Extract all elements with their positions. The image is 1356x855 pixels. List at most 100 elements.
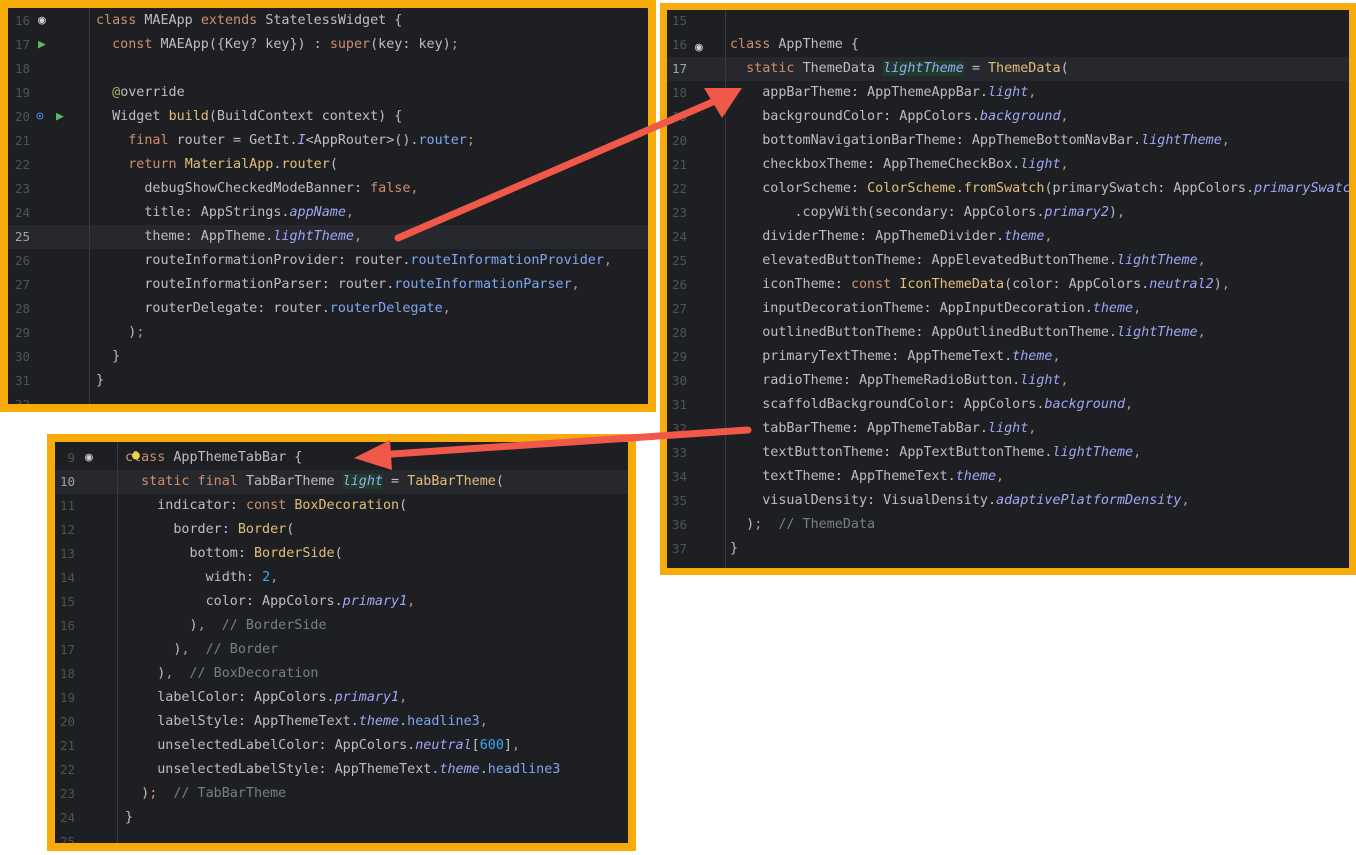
line-number[interactable]: 18 xyxy=(8,57,30,81)
line-number[interactable]: 17 xyxy=(8,33,30,57)
line-number[interactable]: 15 xyxy=(55,590,75,614)
line-number[interactable]: 11 xyxy=(55,494,75,518)
bulb-icon[interactable]: ● xyxy=(132,444,140,468)
line-number[interactable]: 17 xyxy=(55,638,75,662)
code-line[interactable]: 25 xyxy=(55,830,628,843)
line-number[interactable]: 26 xyxy=(667,273,687,297)
code-line[interactable]: 28 routerDelegate: router.routerDelegate… xyxy=(8,297,648,321)
code-line[interactable]: 29 primaryTextTheme: AppThemeText.theme, xyxy=(667,345,1349,369)
line-number[interactable]: 22 xyxy=(667,177,687,201)
line-number[interactable]: 18 xyxy=(55,662,75,686)
line-number[interactable]: 21 xyxy=(667,153,687,177)
code-line[interactable]: 9 class AppThemeTabBar { xyxy=(55,446,628,470)
code-line[interactable]: 16 class MAEApp extends StatelessWidget { xyxy=(8,9,648,33)
code-line[interactable]: 20 bottomNavigationBarTheme: AppThemeBot… xyxy=(667,129,1349,153)
line-number[interactable]: 13 xyxy=(55,542,75,566)
code-line[interactable]: 26 routeInformationProvider: router.rout… xyxy=(8,249,648,273)
code-line[interactable]: 15 xyxy=(667,10,1349,33)
run-icon[interactable]: ▶ xyxy=(56,105,64,129)
code-line[interactable]: 13 bottom: BorderSide( xyxy=(55,542,628,566)
line-number[interactable]: 30 xyxy=(667,369,687,393)
line-number[interactable]: 20 xyxy=(8,105,30,129)
line-number[interactable]: 28 xyxy=(667,321,687,345)
code-line[interactable]: 32 xyxy=(8,393,648,404)
run-icon[interactable]: ▶ xyxy=(38,33,46,57)
line-number[interactable]: 31 xyxy=(8,369,30,393)
code-line[interactable]: 21 checkboxTheme: AppThemeCheckBox.light… xyxy=(667,153,1349,177)
code-line[interactable]: 25 elevatedButtonTheme: AppElevatedButto… xyxy=(667,249,1349,273)
line-number[interactable]: 10 xyxy=(55,470,75,494)
code-line[interactable]: 31} xyxy=(8,369,648,393)
code-line[interactable]: 19 @override xyxy=(8,81,648,105)
code-line[interactable]: 27 inputDecorationTheme: AppInputDecorat… xyxy=(667,297,1349,321)
code-line[interactable]: 18 appBarTheme: AppThemeAppBar.light, xyxy=(667,81,1349,105)
line-number[interactable]: 21 xyxy=(55,734,75,758)
line-number[interactable]: 23 xyxy=(667,201,687,225)
code-line[interactable]: 10 static final TabBarTheme light = TabB… xyxy=(55,470,628,494)
code-line[interactable]: 26 iconTheme: const IconThemeData(color:… xyxy=(667,273,1349,297)
line-number[interactable]: 36 xyxy=(667,513,687,537)
line-number[interactable]: 20 xyxy=(55,710,75,734)
line-number[interactable]: 25 xyxy=(55,830,75,843)
line-number[interactable]: 18 xyxy=(667,81,687,105)
code-line[interactable]: 15 color: AppColors.primary1, xyxy=(55,590,628,614)
override-icon[interactable]: ⊙ xyxy=(36,105,44,129)
code-line[interactable]: 22 unselectedLabelStyle: AppThemeText.th… xyxy=(55,758,628,782)
line-number[interactable]: 29 xyxy=(667,345,687,369)
line-number[interactable]: 32 xyxy=(8,393,30,404)
code-line[interactable]: 17 ), // Border xyxy=(55,638,628,662)
code-line[interactable]: 27 routeInformationParser: router.routeI… xyxy=(8,273,648,297)
line-number[interactable]: 14 xyxy=(55,566,75,590)
code-line[interactable]: 21 final router = GetIt.I<AppRouter>().r… xyxy=(8,129,648,153)
line-number[interactable]: 27 xyxy=(667,297,687,321)
line-number[interactable]: 35 xyxy=(667,489,687,513)
code-line[interactable]: 29 ); xyxy=(8,321,648,345)
code-line[interactable]: 24 title: AppStrings.appName, xyxy=(8,201,648,225)
code-line[interactable]: 18 ), // BoxDecoration xyxy=(55,662,628,686)
code-line[interactable]: 24} xyxy=(55,806,628,830)
code-line[interactable]: 18 xyxy=(8,57,648,81)
code-line[interactable]: 35 visualDensity: VisualDensity.adaptive… xyxy=(667,489,1349,513)
code-line[interactable]: 28 outlinedButtonTheme: AppOutlinedButto… xyxy=(667,321,1349,345)
line-number[interactable]: 23 xyxy=(8,177,30,201)
code-line[interactable]: 22 colorScheme: ColorScheme.fromSwatch(p… xyxy=(667,177,1349,201)
line-number[interactable]: 16 xyxy=(8,9,30,33)
code-line[interactable]: 16 class AppTheme { xyxy=(667,33,1349,57)
code-line[interactable]: 20 Widget build(BuildContext context) { xyxy=(8,105,648,129)
line-number[interactable]: 24 xyxy=(667,225,687,249)
code-line[interactable]: 23 ); // TabBarTheme xyxy=(55,782,628,806)
line-number[interactable]: 37 xyxy=(667,537,687,561)
code-line[interactable]: 25 theme: AppTheme.lightTheme, xyxy=(8,225,648,249)
line-number[interactable]: 30 xyxy=(8,345,30,369)
code-line[interactable]: 31 scaffoldBackgroundColor: AppColors.ba… xyxy=(667,393,1349,417)
code-line[interactable]: 23 .copyWith(secondary: AppColors.primar… xyxy=(667,201,1349,225)
code-line[interactable]: 21 unselectedLabelColor: AppColors.neutr… xyxy=(55,734,628,758)
line-number[interactable]: 22 xyxy=(8,153,30,177)
code-line[interactable]: 34 textTheme: AppThemeText.theme, xyxy=(667,465,1349,489)
line-number[interactable]: 17 xyxy=(667,57,687,81)
code-line[interactable]: 30 } xyxy=(8,345,648,369)
line-number[interactable]: 19 xyxy=(667,105,687,129)
line-number[interactable]: 20 xyxy=(667,129,687,153)
line-number[interactable]: 32 xyxy=(667,417,687,441)
line-number[interactable]: 24 xyxy=(8,201,30,225)
code-line[interactable]: 17 const MAEApp({Key? key}) : super(key:… xyxy=(8,33,648,57)
code-line[interactable]: 22 return MaterialApp.router( xyxy=(8,153,648,177)
line-number[interactable]: 25 xyxy=(667,249,687,273)
code-line[interactable]: 17 static ThemeData lightTheme = ThemeDa… xyxy=(667,57,1349,81)
line-number[interactable]: 27 xyxy=(8,273,30,297)
code-line[interactable]: 24 dividerTheme: AppThemeDivider.theme, xyxy=(667,225,1349,249)
line-number[interactable]: 16 xyxy=(667,33,687,57)
code-line[interactable]: 11 indicator: const BoxDecoration( xyxy=(55,494,628,518)
line-number[interactable]: 28 xyxy=(8,297,30,321)
eye-icon[interactable]: ◉ xyxy=(695,36,703,60)
code-line[interactable]: 19 labelColor: AppColors.primary1, xyxy=(55,686,628,710)
code-line[interactable]: 16 ), // BorderSide xyxy=(55,614,628,638)
line-number[interactable]: 24 xyxy=(55,806,75,830)
line-number[interactable]: 19 xyxy=(8,81,30,105)
line-number[interactable]: 15 xyxy=(667,10,687,33)
code-line[interactable]: 12 border: Border( xyxy=(55,518,628,542)
line-number[interactable]: 12 xyxy=(55,518,75,542)
line-number[interactable]: 22 xyxy=(55,758,75,782)
line-number[interactable]: 9 xyxy=(55,446,75,470)
